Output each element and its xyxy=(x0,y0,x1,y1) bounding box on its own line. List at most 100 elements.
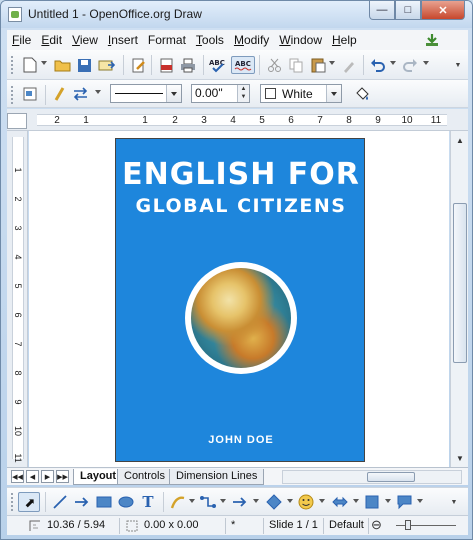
callouts-icon[interactable] xyxy=(395,493,413,511)
line-style-dropdown-button[interactable] xyxy=(166,85,181,102)
title-bar[interactable]: Untitled 1 - OpenOffice.org Draw — □ ✕ xyxy=(1,1,472,28)
document-modified-indicator[interactable]: * xyxy=(231,519,235,531)
horizontal-scroll-thumb[interactable] xyxy=(367,472,415,482)
open-folder-icon[interactable] xyxy=(53,56,71,74)
paste-dropdown-arrow[interactable] xyxy=(329,61,335,65)
menu-window[interactable]: Window xyxy=(274,33,327,47)
rectangle-tool-icon[interactable] xyxy=(95,493,113,511)
block-arrows-dropdown[interactable] xyxy=(353,499,359,503)
slide-page[interactable]: ENGLISH FOR GLOBAL CITIZENS JOHN DOE xyxy=(115,138,365,462)
area-color-dropdown-button[interactable] xyxy=(326,85,341,102)
menu-file[interactable]: File xyxy=(7,33,36,47)
menu-tools[interactable]: Tools xyxy=(191,33,229,47)
export-pdf-icon[interactable] xyxy=(157,56,175,74)
last-tab-button[interactable]: ▶▶ xyxy=(56,470,69,483)
edit-file-icon[interactable] xyxy=(129,56,147,74)
vruler-tick: 8 xyxy=(13,370,23,376)
next-tab-button[interactable]: ▶ xyxy=(41,470,54,483)
toolbar-grip-2[interactable] xyxy=(11,86,14,104)
tab-controls[interactable]: Controls xyxy=(117,469,172,485)
menu-modify[interactable]: Modify xyxy=(229,33,274,47)
line-width-field[interactable]: 0.00" ▲ ▼ xyxy=(191,84,250,103)
tab-dimension-lines[interactable]: Dimension Lines xyxy=(169,469,265,485)
area-color-combo[interactable]: White xyxy=(260,84,342,103)
line-tool-icon[interactable] xyxy=(51,493,69,511)
new-dropdown-arrow[interactable] xyxy=(41,61,47,65)
undo-dropdown-arrow[interactable] xyxy=(390,61,396,65)
spellcheck-icon[interactable]: ABC xyxy=(209,56,227,74)
hruler-tick: 1 xyxy=(83,115,89,126)
symbol-shapes-dropdown[interactable] xyxy=(319,499,325,503)
paint-bucket-icon[interactable] xyxy=(353,85,371,103)
ruler-corner-tab-selector[interactable] xyxy=(7,113,27,129)
line-icon[interactable] xyxy=(51,85,69,103)
cover-title-line-1[interactable]: ENGLISH FOR xyxy=(116,157,366,192)
basic-shapes-icon[interactable] xyxy=(265,493,283,511)
paste-icon[interactable] xyxy=(309,56,327,74)
curve-dropdown[interactable] xyxy=(189,499,195,503)
minimize-button[interactable]: — xyxy=(369,1,395,20)
horizontal-ruler[interactable]: 2 1 1 2 3 4 5 6 7 8 9 10 11 xyxy=(7,109,468,131)
drawing-toolbar-overflow-icon[interactable]: ▼ xyxy=(447,493,461,511)
update-download-icon[interactable] xyxy=(424,32,440,48)
vertical-ruler[interactable]: 1 2 3 4 5 6 7 8 9 10 11 xyxy=(7,131,28,467)
drawing-toolbar-grip[interactable] xyxy=(11,493,14,511)
zoom-slider-knob[interactable] xyxy=(405,520,411,530)
scroll-up-button[interactable]: ▲ xyxy=(452,132,468,148)
menu-view[interactable]: View xyxy=(67,33,103,47)
vruler-tick: 11 xyxy=(13,453,23,463)
toolbar-grip[interactable] xyxy=(11,56,14,74)
line-arrow-tool-icon[interactable] xyxy=(73,493,91,511)
send-email-icon[interactable] xyxy=(97,56,115,74)
flowchart-icon[interactable] xyxy=(363,493,381,511)
line-style-combo[interactable] xyxy=(110,84,182,103)
toolbar-overflow-icon[interactable]: ▼ xyxy=(451,56,465,74)
zoom-out-icon[interactable]: ⊖ xyxy=(371,517,382,533)
menu-insert[interactable]: Insert xyxy=(103,33,143,47)
new-document-icon[interactable] xyxy=(21,56,39,74)
block-arrows-icon[interactable] xyxy=(331,493,349,511)
arrow-style-dropdown[interactable] xyxy=(95,90,101,94)
menu-format[interactable]: Format xyxy=(143,33,191,47)
copy-icon[interactable] xyxy=(287,56,305,74)
connector-tool-icon[interactable] xyxy=(199,493,217,511)
clone-formatting-icon[interactable] xyxy=(339,56,357,74)
curve-tool-icon[interactable] xyxy=(169,493,187,511)
lines-arrows-tool-icon[interactable] xyxy=(231,493,249,511)
arrow-style-icon[interactable] xyxy=(71,85,89,103)
menu-help[interactable]: Help xyxy=(327,33,362,47)
close-button[interactable]: ✕ xyxy=(421,1,465,20)
cut-icon[interactable] xyxy=(265,56,283,74)
prev-tab-button[interactable]: ◀ xyxy=(26,470,39,483)
cover-author[interactable]: JOHN DOE xyxy=(116,434,366,446)
basic-shapes-dropdown[interactable] xyxy=(287,499,293,503)
draw-app-icon[interactable] xyxy=(8,7,22,22)
save-icon[interactable] xyxy=(75,56,93,74)
scroll-down-button[interactable]: ▼ xyxy=(452,450,468,466)
vertical-scrollbar[interactable]: ▲ ▼ xyxy=(450,131,468,467)
line-width-spinner[interactable]: ▲ ▼ xyxy=(237,85,249,102)
flowchart-dropdown[interactable] xyxy=(385,499,391,503)
redo-icon[interactable] xyxy=(401,56,419,74)
drawing-canvas[interactable]: ENGLISH FOR GLOBAL CITIZENS JOHN DOE xyxy=(29,131,449,467)
tab-layout[interactable]: Layout xyxy=(73,469,124,485)
vertical-scroll-thumb[interactable] xyxy=(453,203,467,363)
vruler-tick: 6 xyxy=(13,312,23,318)
lines-arrows-dropdown[interactable] xyxy=(253,499,259,503)
ellipse-tool-icon[interactable] xyxy=(117,493,135,511)
print-icon[interactable] xyxy=(179,56,197,74)
autospellcheck-icon[interactable]: ABC xyxy=(231,56,255,74)
horizontal-scrollbar[interactable] xyxy=(282,470,462,484)
maximize-button[interactable]: □ xyxy=(395,1,421,20)
menu-edit[interactable]: Edit xyxy=(36,33,67,47)
redo-dropdown-arrow[interactable] xyxy=(423,61,429,65)
callouts-dropdown[interactable] xyxy=(417,499,423,503)
globe-image[interactable] xyxy=(185,262,297,374)
style-list-icon[interactable] xyxy=(21,85,39,103)
undo-icon[interactable] xyxy=(369,56,387,74)
connector-dropdown[interactable] xyxy=(220,499,226,503)
cover-title-line-2[interactable]: GLOBAL CITIZENS xyxy=(116,195,366,217)
symbol-shapes-icon[interactable] xyxy=(297,493,315,511)
text-tool-icon[interactable]: T xyxy=(139,493,157,511)
first-tab-button[interactable]: ◀◀ xyxy=(11,470,24,483)
